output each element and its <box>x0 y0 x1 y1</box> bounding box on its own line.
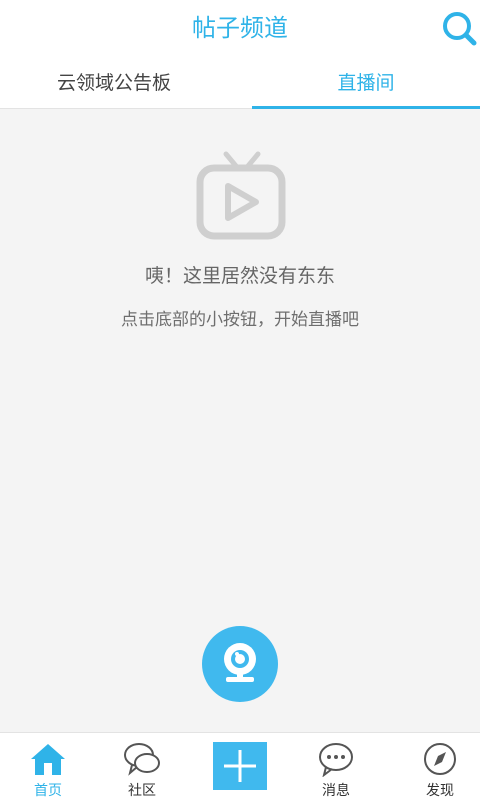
tv-icon <box>196 150 286 240</box>
tab-live-room[interactable]: 直播间 <box>252 58 480 109</box>
message-dots-icon <box>316 741 356 778</box>
start-live-button[interactable] <box>202 626 278 702</box>
tab-bar: 云领域公告板 直播间 <box>0 58 480 109</box>
nav-community[interactable]: 社区 <box>94 733 190 801</box>
nav-messages[interactable]: 消息 <box>288 733 384 801</box>
nav-discover-label: 发现 <box>426 783 454 799</box>
empty-hint: 点击底部的小按钮，开始直播吧 <box>121 310 359 330</box>
plus-icon <box>213 750 267 794</box>
search-icon[interactable] <box>440 8 480 48</box>
add-post-button[interactable] <box>213 742 267 790</box>
home-icon <box>28 741 68 777</box>
nav-discover[interactable]: 发现 <box>392 733 480 801</box>
nav-home[interactable]: 首页 <box>0 733 96 801</box>
app-header: 帖子频道 <box>0 0 480 58</box>
empty-message: 咦！这里居然没有东东 <box>144 265 335 287</box>
nav-home-label: 首页 <box>34 783 62 799</box>
chat-bubbles-icon <box>122 741 162 777</box>
tab-announcement-board[interactable]: 云领域公告板 <box>0 58 228 108</box>
page-title: 帖子频道 <box>192 14 288 42</box>
nav-community-label: 社区 <box>128 783 156 799</box>
nav-messages-label: 消息 <box>322 783 350 799</box>
webcam-icon <box>218 639 262 689</box>
compass-icon <box>420 741 460 777</box>
